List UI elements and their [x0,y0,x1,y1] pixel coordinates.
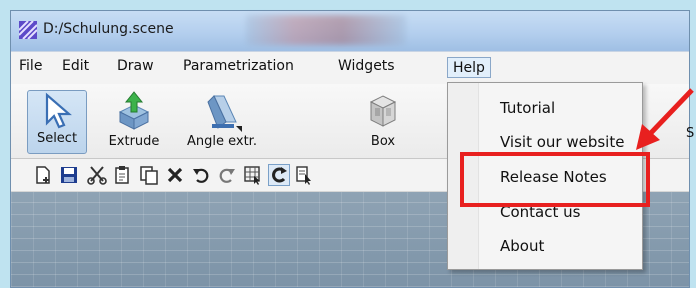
select-tool-label: Select [36,131,78,146]
box-icon [369,95,397,127]
paste-icon[interactable] [113,165,133,185]
cut-icon[interactable] [87,165,107,185]
select-tool-button[interactable]: Select [27,90,87,154]
grid-select-icon[interactable] [243,165,263,185]
redo-icon[interactable] [217,165,237,185]
annotation-highlight-box [460,152,650,207]
new-file-icon[interactable] [33,165,53,185]
pointer-grid-icon[interactable] [295,165,315,185]
menu-edit[interactable]: Edit [62,58,89,74]
menu-help[interactable]: Help [447,57,491,78]
copy-icon[interactable] [139,165,159,185]
select-arrow-icon [45,92,72,129]
box-tool-label: Box [370,134,396,149]
angle-extrude-icon [207,95,242,132]
menu-item-visit-website[interactable]: Visit our website [500,133,624,151]
menu-item-tutorial[interactable]: Tutorial [500,99,555,117]
background-blur [246,15,406,45]
box-tool-button[interactable]: Box [353,90,413,154]
extrude-icon [118,91,150,130]
extrude-tool-label: Extrude [108,134,160,149]
annotation-arrow-icon [636,88,694,150]
menu-file[interactable]: File [19,58,42,74]
delete-icon[interactable] [165,165,185,185]
undo-icon[interactable] [191,165,211,185]
menu-bar: File Edit Draw Parametrization Widgets H… [11,51,689,85]
menu-draw[interactable]: Draw [117,58,154,74]
menu-item-about[interactable]: About [500,237,544,255]
extrude-tool-button[interactable]: Extrude [99,90,169,154]
title-bar: D:/Schulung.scene [11,11,689,51]
rotate-icon[interactable] [268,164,290,186]
app-icon [19,21,37,39]
save-icon[interactable] [59,165,79,185]
angle-extrude-tool-button[interactable]: Angle extr. [179,90,265,154]
angle-extrude-tool-label: Angle extr. [187,134,257,149]
menu-widgets[interactable]: Widgets [338,58,395,74]
window-title: D:/Schulung.scene [43,21,174,37]
menu-parametrization[interactable]: Parametrization [183,58,294,74]
